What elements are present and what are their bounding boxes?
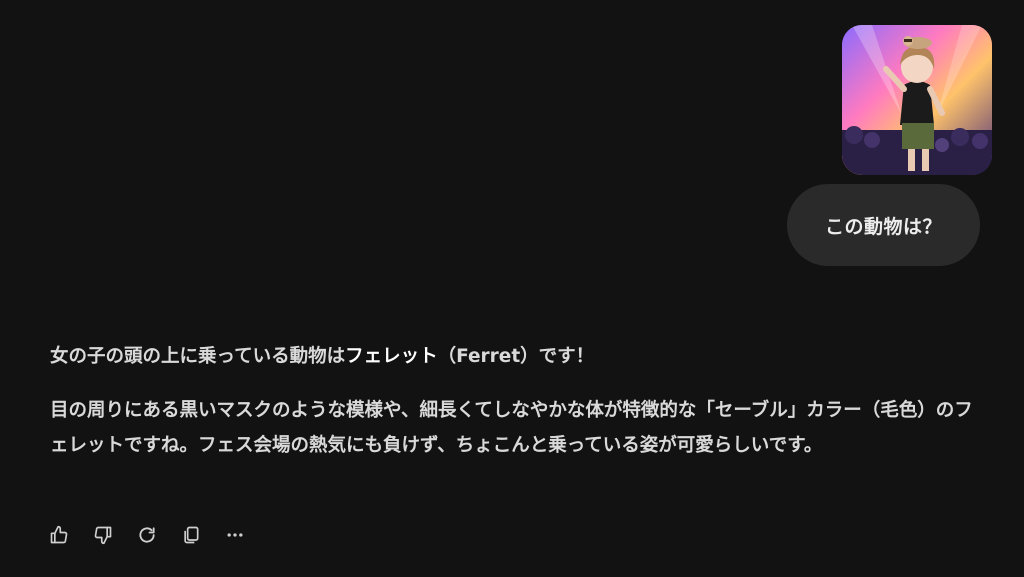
regenerate-icon [139,527,155,543]
assistant-explanation: 目の周りにある黒いマスクのような模様や、細長くてしなやかな体が特徴的な「セーブル… [50,400,973,456]
more-options-button[interactable] [224,522,246,548]
assistant-message: 女の子の頭の上に乗っている動物はフェレット（Ferret）です！ 目の周りにある… [50,340,980,463]
anime-concert-image [842,25,992,175]
thumbs-down-icon [94,526,112,545]
chat-page: この動物は？ 女の子の頭の上に乗っている動物はフェレット（Ferret）です！ … [0,0,1024,577]
thumbs-up-button[interactable] [48,522,70,548]
copy-button[interactable] [180,522,202,548]
thumbs-down-button[interactable] [92,522,114,548]
answer-suffix: （Ferret）です！ [437,346,595,367]
thumbs-up-icon [50,525,68,544]
answer-highlight: フェレット [345,346,438,367]
user-message-text: この動物は？ [824,215,942,238]
assistant-answer-line: 女の子の頭の上に乗っている動物はフェレット（Ferret）です！ [50,340,980,373]
user-message-bubble: この動物は？ [786,184,980,266]
more-icon [227,533,243,537]
message-actions [48,522,246,548]
copy-icon [184,526,199,544]
user-image-attachment[interactable] [842,25,992,175]
answer-prefix: 女の子の頭の上に乗っている動物は [50,346,346,367]
regenerate-button[interactable] [136,522,158,548]
